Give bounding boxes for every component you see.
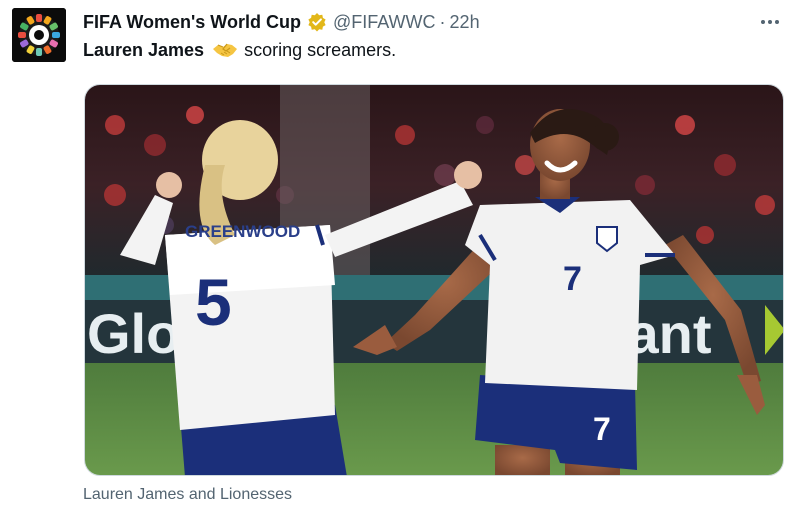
tweet-media-photo[interactable]: Glo Globant xyxy=(84,84,784,476)
tweet-text-name: Lauren James xyxy=(83,40,205,60)
media-caption: Lauren James and Lionesses xyxy=(83,486,293,503)
author-display-name[interactable]: FIFA Women's World Cup xyxy=(83,12,301,33)
jersey-left-number: 5 xyxy=(195,265,232,339)
tweet-text: Lauren James scoring screamers. xyxy=(83,40,396,61)
shorts-number: 7 xyxy=(593,411,611,447)
tweet-card[interactable]: FIFA Women's World Cup @FIFAWWC · 22h La… xyxy=(0,0,800,517)
verified-badge-icon xyxy=(307,12,327,32)
jersey-left-name: GREENWOOD xyxy=(185,222,300,241)
celebration-photo-icon: Glo Globant xyxy=(85,85,783,475)
jersey-right-number: 7 xyxy=(563,260,582,298)
more-options-icon[interactable] xyxy=(756,8,784,36)
timestamp[interactable]: 22h xyxy=(450,12,480,33)
meta-separator: · xyxy=(439,11,446,32)
avatar[interactable] xyxy=(12,8,66,62)
author-handle[interactable]: @FIFAWWC xyxy=(333,12,436,33)
tweet-header: FIFA Women's World Cup @FIFAWWC · 22h xyxy=(83,10,480,34)
tweet-text-body: scoring screamers. xyxy=(244,40,397,60)
board-left-text: Glo xyxy=(87,302,180,365)
fifa-wwc-logo-icon xyxy=(12,8,66,62)
handshake-emoji-icon xyxy=(212,41,238,61)
